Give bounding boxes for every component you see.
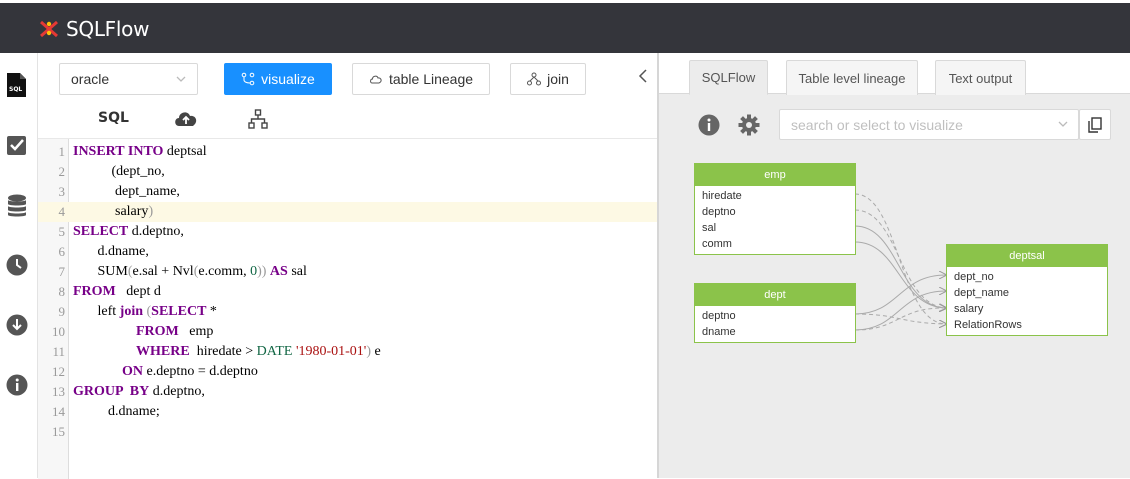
line-number: 7 bbox=[58, 264, 66, 279]
code-line[interactable]: 6 d.dname, bbox=[38, 242, 658, 262]
edge-dept-deptno-dept-no bbox=[854, 275, 946, 315]
download-icon[interactable] bbox=[6, 314, 28, 336]
code-text: d.dname, bbox=[73, 244, 149, 259]
line-number: 9 bbox=[58, 304, 66, 319]
code-text: WHERE hiredate > DATE '1980-01-01') e bbox=[136, 344, 381, 359]
table-node-emp[interactable]: emp hiredate deptno sal comm bbox=[694, 163, 856, 255]
sql-file-icon[interactable]: SQL bbox=[6, 73, 28, 97]
column-dept-name[interactable]: dept_name bbox=[947, 285, 1107, 301]
code-line[interactable]: 2 (dept_no, bbox=[38, 162, 658, 182]
visualization-panel: SQLFlow Table level lineage Text output … bbox=[659, 53, 1130, 478]
code-text: d.dname; bbox=[73, 404, 160, 419]
join-label: join bbox=[547, 71, 569, 87]
code-line[interactable]: 14 d.dname; bbox=[38, 402, 658, 422]
code-line[interactable]: 13 GROUP BY d.deptno, bbox=[38, 382, 658, 402]
edge-comm-salary bbox=[854, 241, 946, 308]
column-deptno[interactable]: deptno bbox=[695, 308, 855, 324]
line-number: 4 bbox=[58, 204, 66, 219]
join-button[interactable]: join bbox=[510, 63, 586, 95]
code-line[interactable]: 9 left join (SELECT * bbox=[38, 302, 658, 322]
code-line[interactable]: 11 WHERE hiredate > DATE '1980-01-01') e bbox=[38, 342, 658, 362]
visualize-label: visualize bbox=[261, 71, 315, 87]
branch-icon bbox=[241, 72, 255, 86]
code-text: FROM emp bbox=[136, 324, 214, 339]
editor-toolbar: oracle visualize table Lineage join SQL bbox=[38, 53, 658, 138]
sql-tab[interactable]: SQL bbox=[98, 110, 129, 126]
sidebar: SQL bbox=[0, 53, 38, 478]
code-text: ON e.deptno = d.deptno bbox=[122, 364, 258, 379]
line-number: 1 bbox=[58, 144, 66, 159]
column-hiredate[interactable]: hiredate bbox=[695, 188, 855, 204]
line-number: 10 bbox=[52, 324, 65, 339]
table-node-deptsal[interactable]: deptsal dept_no dept_name salary Relatio… bbox=[946, 244, 1108, 336]
clock-icon[interactable] bbox=[6, 254, 28, 276]
code-line[interactable]: 3 dept_name, bbox=[38, 182, 658, 202]
table-node-dept-title: dept bbox=[695, 284, 855, 306]
line-number: 13 bbox=[52, 384, 65, 399]
chevron-down-icon bbox=[176, 76, 186, 82]
code-text: SELECT d.deptno, bbox=[73, 224, 184, 239]
code-text: FROM dept d bbox=[73, 284, 161, 299]
code-line[interactable]: 10 FROM emp bbox=[38, 322, 658, 342]
checkbox-icon[interactable] bbox=[6, 134, 28, 156]
sql-file-label: SQL bbox=[9, 86, 23, 93]
edge-dept-deptno-relationrows bbox=[854, 313, 946, 324]
edge-sal-salary bbox=[854, 225, 946, 308]
collapse-left-icon[interactable] bbox=[638, 69, 648, 83]
top-bar: SQLFlow bbox=[0, 0, 1130, 53]
code-line[interactable]: 5 SELECT d.deptno, bbox=[38, 222, 658, 242]
upload-cloud-icon[interactable] bbox=[174, 109, 198, 127]
network-icon bbox=[527, 72, 542, 86]
column-deptno[interactable]: deptno bbox=[695, 204, 855, 220]
visualize-button[interactable]: visualize bbox=[224, 63, 332, 95]
column-relationrows[interactable]: RelationRows bbox=[947, 317, 1107, 333]
line-number: 2 bbox=[58, 164, 66, 179]
line-number: 8 bbox=[58, 284, 66, 299]
column-dept-no[interactable]: dept_no bbox=[947, 269, 1107, 285]
column-sal[interactable]: sal bbox=[695, 220, 855, 236]
column-dname[interactable]: dname bbox=[695, 324, 855, 340]
logo-icon bbox=[40, 20, 58, 38]
sql-editor[interactable]: 1 INSERT INTO deptsal 2 (dept_no, 3 dept_na… bbox=[38, 138, 658, 479]
line-number: 12 bbox=[52, 364, 65, 379]
hierarchy-icon[interactable] bbox=[248, 109, 268, 129]
table-node-emp-title: emp bbox=[695, 164, 855, 186]
code-text: (dept_no, bbox=[73, 164, 165, 179]
code-line[interactable]: 8 FROM dept d bbox=[38, 282, 658, 302]
column-salary[interactable]: salary bbox=[947, 301, 1107, 317]
column-comm[interactable]: comm bbox=[695, 236, 855, 252]
code-line[interactable]: 12 ON e.deptno = d.deptno bbox=[38, 362, 658, 382]
table-lineage-label: table Lineage bbox=[388, 71, 474, 87]
line-number: 3 bbox=[58, 184, 66, 199]
table-lineage-button[interactable]: table Lineage bbox=[352, 63, 490, 95]
code-line[interactable]: 7 SUM(e.sal + Nvl(e.comm, 0)) AS sal bbox=[38, 262, 658, 282]
code-line[interactable]: 4 salary) bbox=[38, 202, 658, 222]
info-icon[interactable] bbox=[6, 374, 28, 396]
code-text: left join (SELECT * bbox=[73, 304, 217, 319]
table-node-dept[interactable]: dept deptno dname bbox=[694, 283, 856, 343]
line-number: 11 bbox=[52, 344, 65, 359]
line-number: 5 bbox=[58, 224, 66, 239]
edge-dname-dept-name bbox=[854, 291, 946, 331]
code-text: INSERT INTO deptsal bbox=[73, 144, 207, 159]
code-line[interactable]: 15 bbox=[38, 422, 658, 442]
code-text: salary) bbox=[73, 204, 154, 219]
app-logo[interactable]: SQLFlow bbox=[38, 17, 149, 41]
code-text: GROUP BY d.deptno, bbox=[73, 384, 205, 399]
table-node-deptsal-title: deptsal bbox=[947, 245, 1107, 267]
cloud-icon bbox=[370, 75, 382, 84]
database-icon[interactable] bbox=[6, 194, 28, 217]
code-text: SUM(e.sal + Nvl(e.comm, 0)) AS sal bbox=[73, 264, 307, 279]
code-line[interactable]: 1 INSERT INTO deptsal bbox=[38, 142, 658, 162]
line-number: 15 bbox=[52, 424, 65, 439]
line-number: 14 bbox=[52, 404, 65, 419]
database-select-value: oracle bbox=[71, 71, 110, 87]
database-select[interactable]: oracle bbox=[59, 63, 198, 95]
code-text: dept_name, bbox=[73, 184, 180, 199]
line-number: 6 bbox=[58, 244, 66, 259]
app-title: SQLFlow bbox=[66, 17, 150, 41]
